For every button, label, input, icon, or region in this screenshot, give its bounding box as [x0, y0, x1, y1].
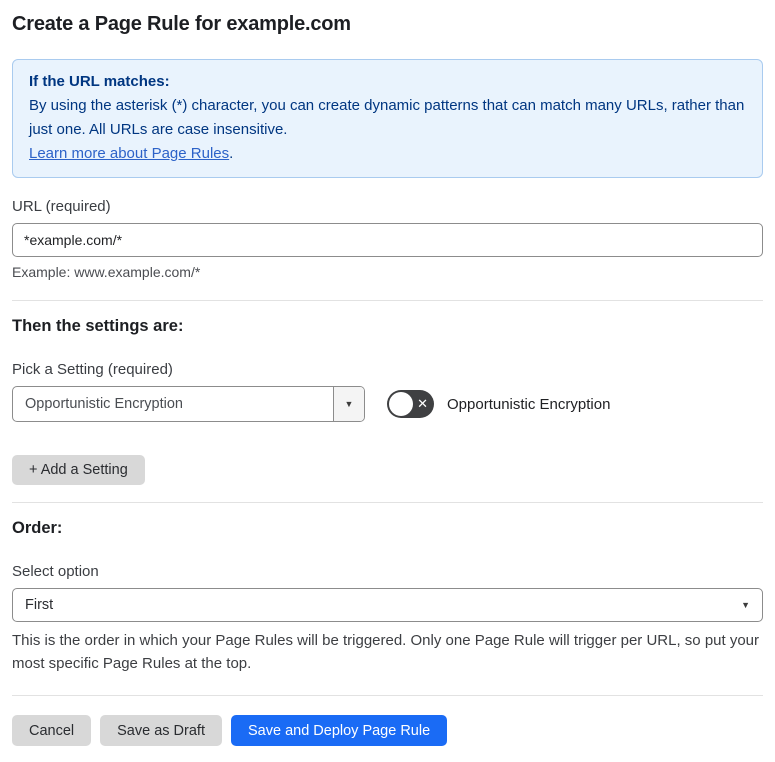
info-box-body: By using the asterisk (*) character, you…	[29, 97, 745, 138]
add-setting-button[interactable]: + Add a Setting	[12, 455, 145, 485]
order-helper-text: This is the order in which your Page Rul…	[12, 632, 760, 672]
toggle-group: ✕ Opportunistic Encryption	[387, 390, 610, 418]
save-as-draft-button[interactable]: Save as Draft	[100, 715, 222, 746]
form-actions: Cancel Save as Draft Save and Deploy Pag…	[12, 715, 763, 746]
order-section-heading: Order:	[12, 519, 63, 537]
toggle-label: Opportunistic Encryption	[447, 395, 611, 413]
url-input[interactable]	[12, 223, 763, 257]
chevron-down-icon: ▼	[344, 398, 354, 409]
setting-row: Opportunistic Encryption ▼ ✕ Opportunist…	[12, 386, 763, 422]
save-and-deploy-button[interactable]: Save and Deploy Page Rule	[230, 715, 448, 746]
toggle-knob	[389, 392, 413, 416]
divider	[12, 695, 763, 696]
opportunistic-encryption-toggle[interactable]: ✕	[387, 390, 434, 418]
url-field-group: URL (required) Example: www.example.com/…	[12, 198, 763, 280]
info-link-row: Learn more about Page Rules.	[29, 142, 746, 166]
setting-dropdown-arrow-button[interactable]: ▼	[333, 387, 364, 421]
setting-dropdown-value: Opportunistic Encryption	[25, 396, 183, 412]
divider	[12, 300, 763, 301]
cancel-button[interactable]: Cancel	[12, 715, 92, 746]
create-page-rule-form: Create a Page Rule for example.com If th…	[0, 0, 775, 762]
order-select-label: Select option	[12, 563, 99, 580]
url-helper-text: Example: www.example.com/*	[12, 264, 201, 280]
order-select[interactable]: First ▼	[12, 588, 763, 622]
setting-dropdown[interactable]: Opportunistic Encryption ▼	[12, 386, 365, 422]
order-select-value: First	[25, 597, 54, 613]
url-label: URL (required)	[12, 198, 111, 215]
url-matches-info-box: If the URL matches: By using the asteris…	[12, 59, 763, 178]
learn-more-link[interactable]: Learn more about Page Rules	[29, 145, 229, 162]
pick-setting-label: Pick a Setting (required)	[12, 361, 173, 378]
toggle-off-x-icon: ✕	[417, 396, 428, 412]
settings-section-heading: Then the settings are:	[12, 317, 184, 335]
divider	[12, 502, 763, 503]
chevron-down-icon: ▼	[741, 599, 750, 610]
link-period: .	[229, 145, 234, 162]
page-title: Create a Page Rule for example.com	[12, 13, 351, 35]
info-box-heading: If the URL matches:	[29, 73, 170, 90]
